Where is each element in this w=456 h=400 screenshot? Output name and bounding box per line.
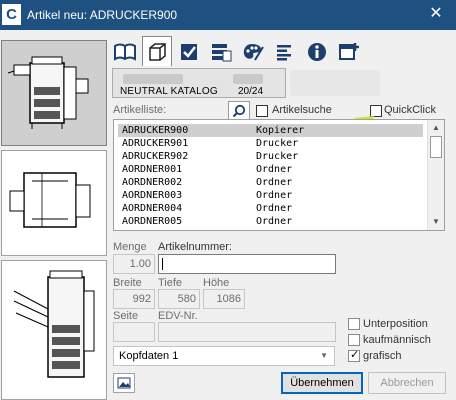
app-icon: C [2,4,21,25]
image-button[interactable] [113,373,135,393]
unterposition-label: Unterposition [363,318,428,330]
tab-stack[interactable] [206,38,236,66]
breite-label: Breite [113,277,142,289]
list-item[interactable]: AORDNER003 Ordner [118,189,418,202]
info-icon [308,43,326,61]
window-title: Artikel neu: ADRUCKER900 [27,8,178,22]
add-window-icon [339,43,359,60]
hoehe-field: 1086 [203,289,245,309]
search-button[interactable] [228,101,250,121]
blurred-text [123,74,183,84]
list-item[interactable]: AORDNER002 Ordner [118,176,418,189]
box-icon [149,42,166,61]
title-bar: C Artikel neu: ADRUCKER900 ✕ [0,0,456,30]
text-lines-icon [277,45,291,61]
blurred-text [233,74,263,84]
menge-label: Menge [113,241,147,253]
article-search-checkbox[interactable] [256,105,268,117]
list-item[interactable]: ADRUCKER901 Drucker [118,137,418,150]
palette-icon [243,44,264,61]
list-item[interactable]: AORDNER004 Ordner [118,202,418,215]
catalog-count: 20/24 [238,86,264,97]
edv-field [158,322,336,342]
catalog-name: NEUTRAL KATALOG [120,86,218,97]
tab-catalog[interactable] [110,38,140,66]
magnifier-icon [232,104,246,118]
edv-label: EDV-Nr. [158,310,198,322]
seite-label: Seite [113,310,139,322]
kaufmaennisch-label: kaufmännisch [363,334,431,346]
list-item[interactable]: ADRUCKER902 Drucker [118,150,418,163]
list-item[interactable]: AORDNER005 Ordner [118,215,418,228]
tab-add[interactable] [334,38,364,66]
tiefe-label: Tiefe [158,277,183,289]
tab-info[interactable] [302,38,332,66]
article-list-label: Artikelliste: [113,104,167,116]
tab-toolbar [110,36,450,68]
scroll-down-icon[interactable]: ▼ [430,216,442,228]
scroll-up-icon[interactable]: ▲ [430,122,442,134]
book-icon [114,43,136,61]
grafisch-label: grafisch [363,350,402,362]
tab-design[interactable] [238,38,268,66]
thumbnail-copier-with-paper-trays[interactable] [1,260,107,400]
kaufmaennisch-checkbox[interactable] [348,334,360,346]
uebernehmen-button[interactable]: Übernehmen [281,372,363,394]
document-tray-icon [9,172,91,228]
list-item[interactable]: ADRUCKER900 Kopierer [118,124,423,137]
copier-with-finisher-icon [7,56,89,129]
chevron-down-icon: ▼ [320,351,328,360]
list-item[interactable]: AORDNER001 Ordner [118,163,418,176]
artikelnummer-input[interactable] [158,254,336,274]
text-caret [162,258,163,270]
quickclick-label: QuickClick [384,104,436,116]
kopfdaten-select[interactable]: Kopfdaten 1 ▼ [113,346,335,366]
blurred-area [290,70,380,96]
tab-text[interactable] [270,38,300,66]
grafisch-checkbox[interactable] [348,348,360,362]
close-button[interactable]: ✕ [418,3,454,27]
checkbox-icon [181,44,197,60]
tiefe-field: 580 [158,289,200,309]
seite-field [113,322,155,342]
scroll-thumb[interactable] [430,136,442,158]
thumbnail-strip [0,30,110,400]
tab-check[interactable] [174,38,204,66]
thumbnail-copier-with-finisher[interactable] [1,40,107,146]
artikelnummer-label: Artikelnummer: [158,241,232,253]
thumbnail-document-tray[interactable] [1,150,107,256]
tab-article[interactable] [142,36,172,66]
list-scrollbar[interactable]: ▲ ▼ [427,120,444,230]
hoehe-label: Höhe [203,277,230,289]
article-list[interactable]: ADRUCKER900 Kopierer ADRUCKER901 Drucker A… [113,119,445,231]
stack-icon [212,44,232,62]
abbrechen-button[interactable]: Abbrechen [368,372,446,394]
menge-field: 1.00 [113,254,155,274]
image-icon [117,377,131,389]
unterposition-checkbox[interactable] [348,318,360,330]
copier-with-paper-trays-icon [13,270,95,378]
breite-field: 992 [113,289,155,309]
